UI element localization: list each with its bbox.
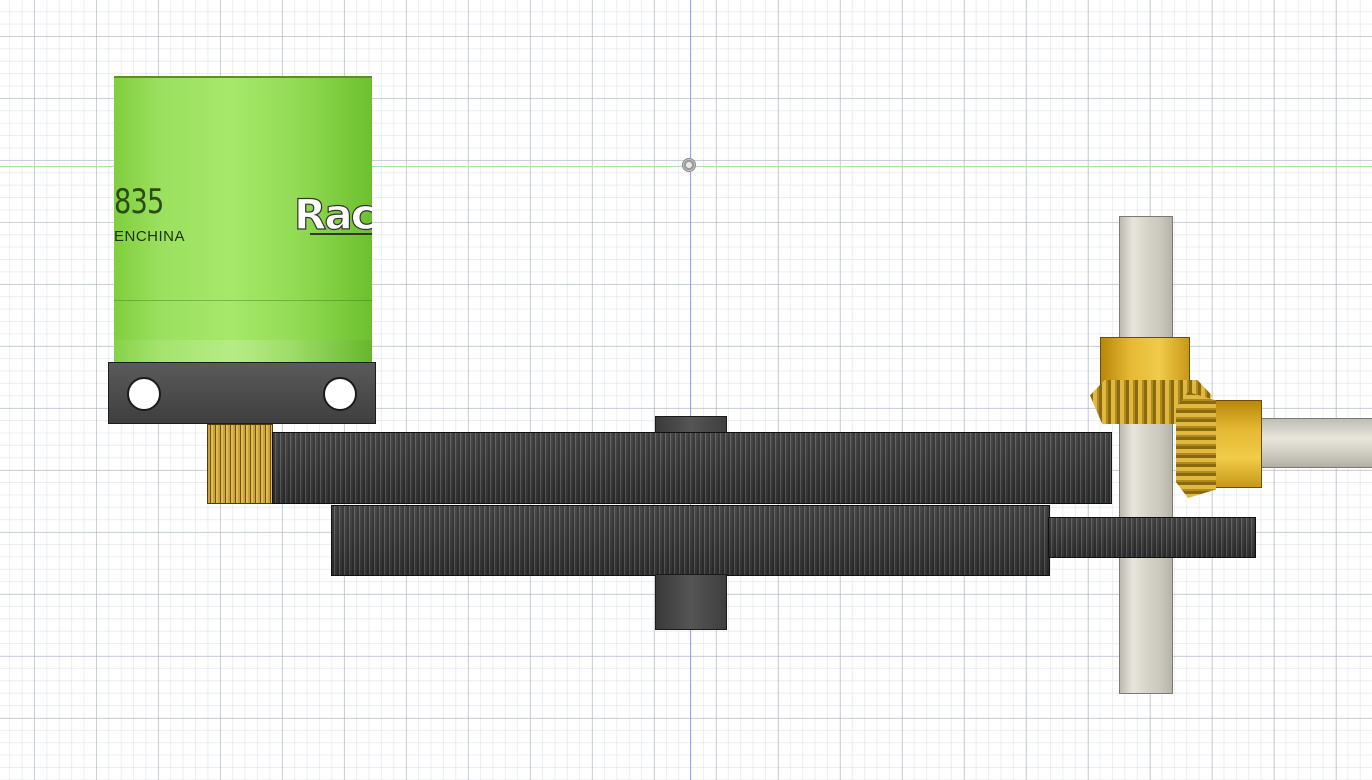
y-axis-line	[690, 0, 691, 780]
output-spur-gear[interactable]	[1048, 517, 1256, 558]
vertical-shaft[interactable]	[1119, 216, 1173, 694]
motor-end-cap	[114, 340, 372, 362]
horizontal-output-shaft[interactable]	[1258, 418, 1372, 468]
motor-band-line	[114, 300, 372, 301]
pinion-gear[interactable]	[207, 424, 273, 504]
bevel-gear-horizontal[interactable]	[1176, 392, 1216, 498]
motor-brand-logo: Rac	[293, 189, 372, 239]
horizontal-shaft-collar[interactable]	[1212, 400, 1262, 488]
motor-logo-underline	[310, 233, 372, 235]
motor-can[interactable]: 835 ENCHINA Rac	[114, 76, 372, 362]
motor-model-label: 835	[114, 182, 164, 222]
mount-hole-right	[323, 377, 357, 411]
motor-mount-plate[interactable]	[108, 362, 376, 424]
origin-point-icon[interactable]	[682, 158, 696, 172]
spur-gear-top[interactable]	[272, 432, 1112, 504]
intermediate-shaft-bottom[interactable]	[655, 574, 727, 630]
mount-hole-left	[127, 377, 161, 411]
motor-made-in-label: ENCHINA	[114, 228, 186, 245]
spur-gear-bottom[interactable]	[331, 505, 1050, 576]
